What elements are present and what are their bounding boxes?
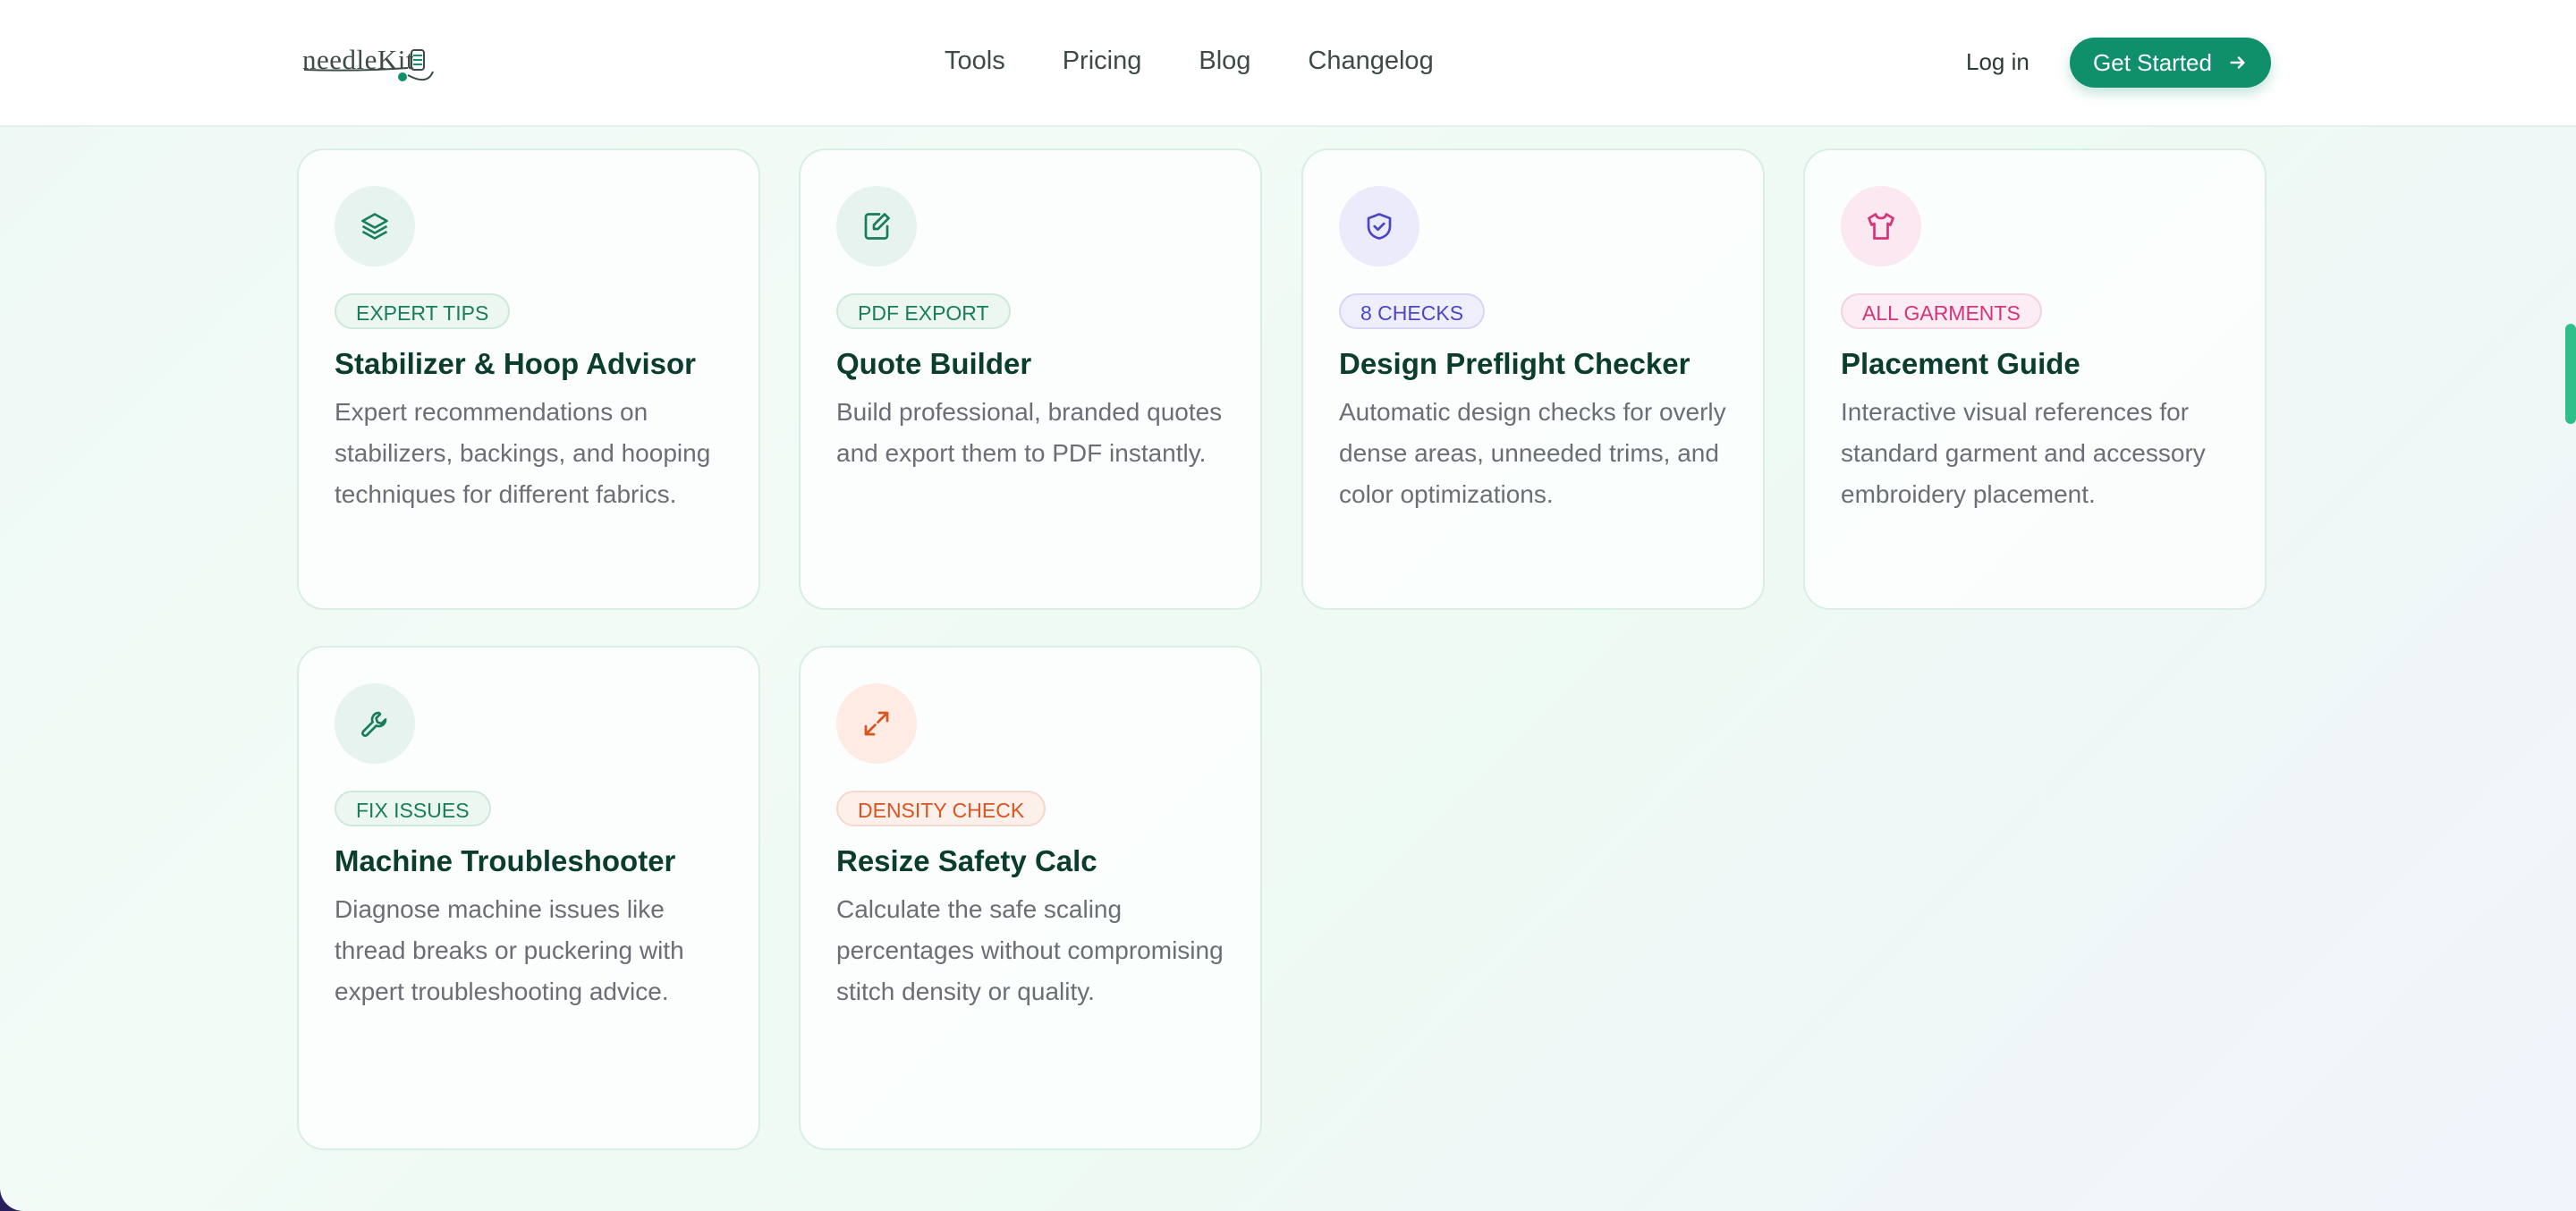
wrench-icon <box>361 711 387 737</box>
main-nav: Tools Pricing Blog Changelog <box>945 43 1491 79</box>
card-description: Diagnose machine issues like thread brea… <box>335 895 684 1005</box>
shield-check-icon <box>1367 213 1392 240</box>
card-description: Expert recommendations on stabilizers, b… <box>335 398 711 508</box>
card-icon-wrap <box>335 186 415 267</box>
card-badge: ALL GARMENTS <box>1841 293 2042 329</box>
nav-blog[interactable]: Blog <box>1199 43 1250 79</box>
card-title: Resize Safety Calc <box>836 844 1097 877</box>
card-badge: FIX ISSUES <box>335 791 491 826</box>
nav-pricing[interactable]: Pricing <box>1063 43 1142 79</box>
spool-icon <box>303 49 434 81</box>
page-scrollbar[interactable] <box>2565 324 2576 424</box>
arrow-right-icon <box>2230 56 2245 69</box>
card-title: Stabilizer & Hoop Advisor <box>335 347 696 380</box>
card-description: Build professional, branded quotes and e… <box>836 398 1223 467</box>
card-title: Quote Builder <box>836 347 1032 380</box>
card-title: Machine Troubleshooter <box>335 844 676 877</box>
card-title: Design Preflight Checker <box>1339 347 1690 380</box>
get-started-label: Get Started <box>2093 48 2212 76</box>
card-icon-wrap <box>1339 186 1419 267</box>
card-title: Placement Guide <box>1841 347 2080 380</box>
tool-card-troubleshooter[interactable]: FIX ISSUES Machine Troubleshooter Diagno… <box>297 646 760 1150</box>
card-badge: 8 CHECKS <box>1339 293 1486 329</box>
nav-changelog[interactable]: Changelog <box>1308 43 1433 79</box>
card-badge: DENSITY CHECK <box>836 791 1046 826</box>
nav-tools[interactable]: Tools <box>945 43 1005 79</box>
card-icon-wrap <box>1841 186 1921 267</box>
card-badge: PDF EXPORT <box>836 293 1011 329</box>
card-icon-wrap <box>836 186 917 267</box>
site-header: needleKit Tools Pricing Blog Changelog L… <box>0 0 2576 127</box>
card-icon-wrap <box>335 683 415 764</box>
resize-icon <box>864 711 889 736</box>
card-description: Interactive visual references for standa… <box>1841 398 2206 508</box>
shirt-icon <box>1868 213 1894 240</box>
tool-card-stabilizer[interactable]: EXPERT TIPS Stabilizer & Hoop Advisor Ex… <box>297 148 760 610</box>
document-edit-icon <box>864 213 890 240</box>
layers-icon <box>361 213 388 240</box>
page: needleKit Tools Pricing Blog Changelog L… <box>0 0 2576 1211</box>
tool-card-placement-guide[interactable]: ALL GARMENTS Placement Guide Interactive… <box>1803 148 2267 610</box>
card-badge: EXPERT TIPS <box>335 293 511 329</box>
login-link[interactable]: Log in <box>1966 45 2029 79</box>
tool-card-quote-builder[interactable]: PDF EXPORT Quote Builder Build professio… <box>799 148 1262 610</box>
logo[interactable]: needleKit <box>302 32 438 88</box>
tool-card-resize-calc[interactable]: DENSITY CHECK Resize Safety Calc Calcula… <box>799 646 1262 1150</box>
tool-card-preflight-checker[interactable]: 8 CHECKS Design Preflight Checker Automa… <box>1301 148 1765 610</box>
card-description: Calculate the safe scaling percentages w… <box>836 895 1224 1005</box>
card-description: Automatic design checks for overly dense… <box>1339 398 1726 508</box>
get-started-button[interactable]: Get Started <box>2070 38 2271 88</box>
card-icon-wrap <box>836 683 917 764</box>
